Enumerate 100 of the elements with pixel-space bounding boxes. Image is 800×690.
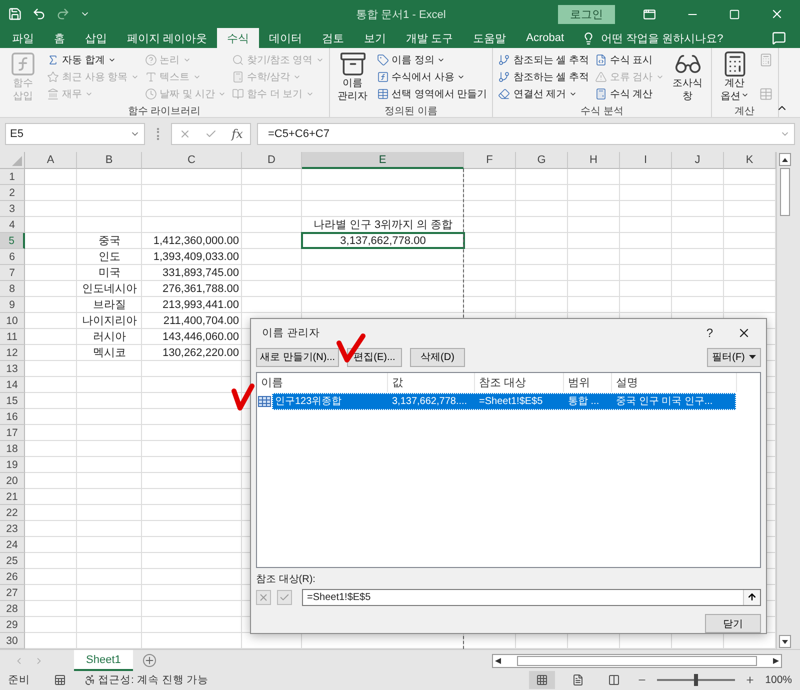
column-header[interactable]: 값 (388, 373, 475, 392)
ribbon-tab[interactable]: 검토 (312, 28, 354, 48)
filter-button[interactable]: 필터(F) (707, 348, 761, 367)
row-header[interactable]: 4 (0, 217, 25, 233)
row-header[interactable]: 25 (0, 553, 25, 569)
ribbon-button[interactable]: 참조하는 셀 추적 (496, 68, 591, 85)
dialog-button[interactable]: 새로 만들기(N)... (256, 348, 339, 367)
macro-icon[interactable] (54, 674, 66, 686)
row-header[interactable]: 1 (0, 169, 25, 185)
row-header[interactable]: 6 (0, 249, 25, 265)
formula-field[interactable]: =C5+C6+C7 (257, 123, 795, 145)
horizontal-scrollbar[interactable] (492, 654, 782, 668)
column-header[interactable]: 설명 (612, 373, 737, 392)
ribbon-tab[interactable]: 파일 (2, 28, 44, 48)
ribbon-tab[interactable]: 도움말 (463, 28, 516, 48)
row-header[interactable]: 17 (0, 425, 25, 441)
row-header[interactable]: 11 (0, 329, 25, 345)
column-header[interactable]: H (568, 152, 620, 169)
column-header[interactable]: K (724, 152, 776, 169)
ribbon-display-icon[interactable] (643, 8, 656, 20)
redo-icon[interactable] (56, 7, 70, 21)
row-header[interactable]: 28 (0, 601, 25, 617)
ribbon-tab[interactable]: 데이터 (259, 28, 312, 48)
slider-thumb[interactable] (694, 674, 698, 686)
column-header[interactable]: D (242, 152, 302, 169)
row-header[interactable]: 8 (0, 281, 25, 297)
zoom-in-icon[interactable] (745, 675, 756, 685)
row-header[interactable]: 14 (0, 377, 25, 393)
sheet-tab[interactable]: Sheet1 (74, 650, 133, 671)
row-header[interactable]: 30 (0, 633, 25, 649)
comment-icon[interactable] (772, 31, 786, 45)
normal-view-button[interactable] (529, 671, 556, 689)
scroll-down-button[interactable] (778, 635, 790, 648)
vertical-scrollbar[interactable] (776, 152, 792, 649)
row-header[interactable]: 15 (0, 393, 25, 409)
row-header[interactable]: 26 (0, 569, 25, 585)
ribbon-button[interactable]: 자동 합계 (45, 51, 141, 68)
right-arrow-icon[interactable] (773, 658, 779, 664)
ribbon-tab[interactable]: 홈 (44, 28, 75, 48)
accessibility-icon[interactable] (84, 674, 96, 686)
row-header[interactable]: 29 (0, 617, 25, 633)
ribbon-tab[interactable]: Acrobat (516, 28, 574, 48)
column-header[interactable]: 이름 (257, 373, 388, 392)
scroll-thumb[interactable] (517, 656, 757, 666)
close-button[interactable]: 닫기 (705, 614, 761, 633)
row-header[interactable]: 10 (0, 313, 25, 329)
column-header[interactable]: E (302, 152, 464, 169)
column-header[interactable]: C (142, 152, 242, 169)
add-sheet-icon[interactable] (142, 654, 156, 667)
reference-field[interactable]: =Sheet1!$E$5 (302, 588, 761, 606)
undo-icon[interactable] (32, 7, 46, 21)
insert-function-button[interactable]: fx (232, 127, 243, 141)
column-header[interactable]: 참조 대상 (475, 373, 564, 392)
search-field[interactable]: 어떤 작업을 원하시나요? (601, 30, 724, 46)
ribbon-button[interactable]: 이름 관리자 (332, 50, 373, 104)
column-header[interactable]: A (25, 152, 77, 169)
row-header[interactable]: 13 (0, 361, 25, 377)
row-header[interactable]: 20 (0, 473, 25, 489)
row-header[interactable]: 21 (0, 489, 25, 505)
row-header[interactable]: 24 (0, 537, 25, 553)
dialog-button[interactable]: 삭제(D) (410, 348, 465, 367)
ribbon-tab[interactable]: 개발 도구 (396, 28, 464, 48)
left-arrow-icon[interactable] (495, 658, 501, 664)
ribbon-button[interactable]: 연결선 제거 (496, 85, 591, 102)
row-header[interactable]: 12 (0, 345, 25, 361)
zoom-level[interactable]: 100% (765, 674, 792, 686)
ribbon-button[interactable]: 이름 정의 (374, 51, 490, 68)
ribbon-tab[interactable]: 보기 (354, 28, 396, 48)
ribbon-button[interactable]: 수식 계산 (592, 85, 666, 102)
row-header[interactable]: 23 (0, 521, 25, 537)
column-header[interactable]: 범위 (564, 373, 612, 392)
row-header[interactable]: 16 (0, 409, 25, 425)
row-header[interactable]: 18 (0, 441, 25, 457)
ribbon-button[interactable]: 수식에서 사용 (374, 68, 490, 85)
row-header[interactable]: 27 (0, 585, 25, 601)
ribbon-button[interactable]: 조사식 창 (668, 50, 708, 104)
ribbon-button[interactable]: 계산 옵션 (714, 50, 755, 104)
save-icon[interactable] (8, 7, 22, 21)
column-header[interactable]: I (620, 152, 672, 169)
column-header[interactable]: B (77, 152, 142, 169)
scroll-thumb[interactable] (780, 168, 790, 216)
column-header[interactable]: F (464, 152, 516, 169)
row-header[interactable]: 19 (0, 457, 25, 473)
ribbon-tab[interactable]: 삽입 (75, 28, 117, 48)
ribbon-button[interactable]: 선택 영역에서 만들기 (374, 85, 490, 102)
list-row[interactable]: 인구123위종합 3,137,662,778.... =Sheet1!$E$5 통합 ... 중국 인구 미국 인구... (272, 392, 736, 410)
row-header[interactable]: 9 (0, 297, 25, 313)
column-header[interactable]: J (672, 152, 724, 169)
name-box[interactable]: E5 (5, 123, 145, 145)
collapse-button[interactable] (743, 590, 760, 605)
help-button[interactable]: ? (706, 326, 713, 340)
scroll-up-button[interactable] (778, 153, 790, 166)
row-header[interactable]: 5 (0, 233, 25, 249)
row-header[interactable]: 22 (0, 505, 25, 521)
ribbon-tab[interactable]: 페이지 레이아웃 (117, 28, 218, 48)
row-header[interactable]: 3 (0, 201, 25, 217)
ribbon-button[interactable]: 수식 표시 (592, 51, 666, 68)
ribbon-button[interactable]: 참조되는 셀 추적 (496, 51, 591, 68)
column-header[interactable]: G (516, 152, 568, 169)
row-header[interactable]: 7 (0, 265, 25, 281)
